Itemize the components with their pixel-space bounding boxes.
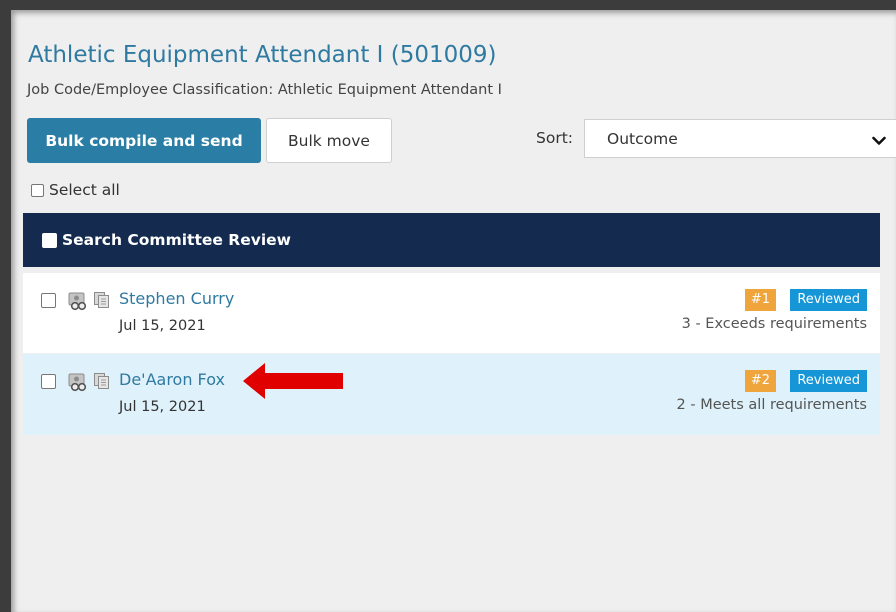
search-person-icon[interactable] (68, 373, 88, 396)
sort-select[interactable]: Outcome (584, 119, 896, 158)
rank-badge: #1 (744, 289, 776, 311)
sort-selected-value: Outcome (607, 130, 678, 148)
applicant-checkbox[interactable] (41, 374, 56, 389)
sort-label: Sort: (536, 129, 573, 147)
outcome-text: 3 - Exceeds requirements (681, 316, 867, 332)
chevron-down-icon (872, 132, 886, 151)
applicant-date: Jul 15, 2021 (119, 318, 206, 334)
page-title: Athletic Equipment Attendant I (501009) (28, 42, 497, 68)
bulk-compile-send-button[interactable]: Bulk compile and send (27, 118, 261, 163)
select-all-checkbox[interactable] (31, 183, 44, 197)
applicant-row: Stephen Curry Jul 15, 2021 #1 Reviewed 3… (23, 273, 880, 353)
select-all[interactable]: Select all (31, 180, 120, 200)
applicant-row: De'Aaron Fox Jul 15, 2021 #2 Reviewed 2 … (23, 354, 880, 435)
applicant-name-link[interactable]: Stephen Curry (119, 289, 234, 308)
search-person-icon[interactable] (68, 292, 88, 315)
red-arrow-icon (243, 362, 345, 404)
outcome-text: 2 - Meets all requirements (676, 397, 867, 413)
job-classification-subtitle: Job Code/Employee Classification: Athlet… (27, 82, 502, 98)
status-badge: Reviewed (790, 289, 867, 311)
panel-header: Search Committee Review (23, 213, 880, 267)
status-badge: Reviewed (790, 370, 867, 392)
rank-badge: #2 (744, 370, 776, 392)
copy-documents-icon[interactable] (93, 291, 111, 313)
select-group-checkbox[interactable] (42, 232, 57, 248)
applicant-checkbox[interactable] (41, 293, 56, 308)
select-all-label: Select all (49, 181, 120, 199)
copy-documents-icon[interactable] (93, 372, 111, 394)
panel-header-label: Search Committee Review (62, 231, 291, 249)
bulk-move-button[interactable]: Bulk move (266, 118, 392, 163)
applicant-date: Jul 15, 2021 (119, 399, 206, 415)
applicant-name-link[interactable]: De'Aaron Fox (119, 370, 225, 389)
